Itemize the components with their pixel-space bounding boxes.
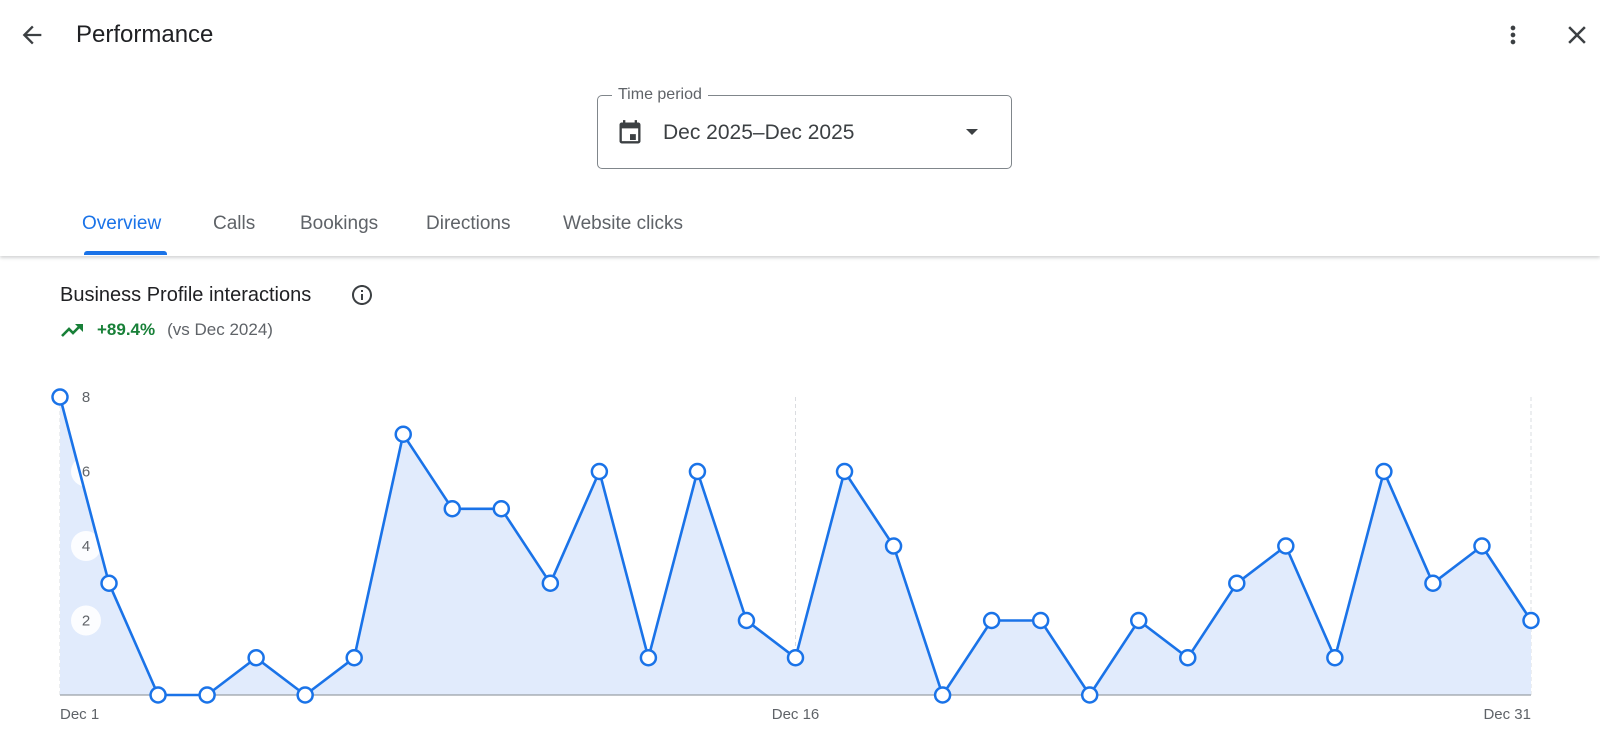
data-point[interactable]: [198, 686, 216, 704]
calendar-icon: [619, 120, 641, 144]
data-point[interactable]: [149, 686, 167, 704]
arrow-back-icon: [22, 25, 42, 45]
x-axis-ticks: Dec 1 Dec 16 Dec 31: [60, 706, 1531, 723]
data-point[interactable]: [1031, 611, 1050, 630]
data-point[interactable]: [982, 611, 1001, 630]
data-point[interactable]: [1228, 574, 1246, 592]
trending-up-icon: [61, 324, 83, 337]
trend-percentage: +89.4%: [97, 320, 156, 339]
tab-bookings[interactable]: Bookings: [300, 196, 378, 252]
data-point[interactable]: [688, 462, 707, 481]
info-icon[interactable]: [350, 283, 374, 307]
data-point[interactable]: [884, 537, 903, 555]
data-point[interactable]: [100, 574, 118, 592]
data-point[interactable]: [296, 686, 314, 704]
x-tick-label: Dec 16: [772, 706, 820, 723]
data-point[interactable]: [1522, 611, 1540, 630]
more-vert-icon: [1510, 25, 1516, 45]
data-point[interactable]: [541, 574, 560, 592]
data-point[interactable]: [1277, 537, 1295, 555]
data-point[interactable]: [737, 611, 756, 630]
tab-website-clicks[interactable]: Website clicks: [563, 196, 683, 252]
header-panel: Performance Time period Dec 2025–Dec 202…: [0, 0, 1600, 256]
y-tick-label: 8: [82, 389, 90, 406]
data-point[interactable]: [786, 649, 805, 667]
y-tick-label: 2: [82, 613, 90, 630]
data-point[interactable]: [639, 649, 658, 667]
y-tick-label: 4: [82, 538, 90, 555]
performance-screen: Performance Time period Dec 2025–Dec 202…: [0, 0, 1600, 751]
time-period-select[interactable]: Time period Dec 2025–Dec 2025: [597, 85, 1012, 169]
time-period-value: Dec 2025–Dec 2025: [663, 121, 855, 144]
y-tick-label: 6: [82, 464, 90, 481]
active-tab-indicator: [84, 251, 167, 255]
page-title: Performance: [76, 21, 214, 48]
close-icon: [1568, 26, 1586, 44]
tab-overview[interactable]: Overview: [82, 196, 161, 252]
y-tick: 2: [71, 605, 101, 636]
data-point[interactable]: [1424, 574, 1442, 592]
x-tick-label: Dec 31: [1483, 706, 1531, 723]
data-point[interactable]: [394, 425, 412, 443]
data-point[interactable]: [443, 500, 462, 518]
data-point[interactable]: [1473, 537, 1491, 555]
data-point[interactable]: [492, 500, 511, 518]
tab-calls[interactable]: Calls: [213, 196, 255, 252]
data-point[interactable]: [1326, 649, 1344, 667]
close-button[interactable]: [1555, 13, 1599, 57]
trend-comparison: (vs Dec 2024): [167, 320, 273, 339]
data-point[interactable]: [933, 686, 952, 704]
more-options-button[interactable]: [1491, 13, 1535, 57]
data-point[interactable]: [345, 649, 363, 667]
data-point[interactable]: [1375, 462, 1393, 481]
data-point[interactable]: [1129, 611, 1148, 630]
data-point[interactable]: [590, 462, 609, 481]
interactions-chart: 2 4 6 8 Dec 1 Dec 16 Dec 31: [51, 388, 1540, 723]
back-button[interactable]: [10, 13, 54, 57]
data-point[interactable]: [1179, 649, 1197, 667]
tab-directions[interactable]: Directions: [426, 196, 510, 252]
data-point[interactable]: [51, 388, 69, 406]
trend-summary: +89.4% (vs Dec 2024): [60, 318, 273, 342]
x-tick-label: Dec 1: [60, 706, 99, 723]
arrow-drop-down-icon: [966, 129, 978, 135]
time-period-label: Time period: [612, 85, 708, 105]
data-point[interactable]: [1080, 686, 1099, 704]
y-tick: 8: [82, 389, 90, 406]
data-point[interactable]: [835, 462, 854, 481]
data-point[interactable]: [247, 649, 265, 667]
card-title: Business Profile interactions: [60, 284, 312, 306]
